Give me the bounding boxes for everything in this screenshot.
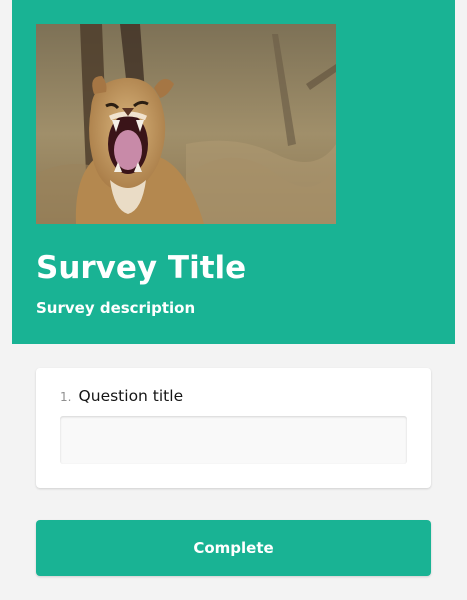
- survey-header: Survey Title Survey description: [12, 0, 455, 344]
- question-header: 1. Question title: [60, 386, 183, 405]
- question-answer-input[interactable]: [60, 416, 407, 464]
- question-number: 1.: [60, 390, 72, 404]
- question-card: 1. Question title: [36, 368, 431, 488]
- survey-description: Survey description: [36, 299, 196, 317]
- survey-logo-image: [36, 24, 336, 224]
- complete-button[interactable]: Complete: [36, 520, 431, 576]
- survey-title: Survey Title: [36, 250, 247, 286]
- question-title: Question title: [78, 387, 184, 405]
